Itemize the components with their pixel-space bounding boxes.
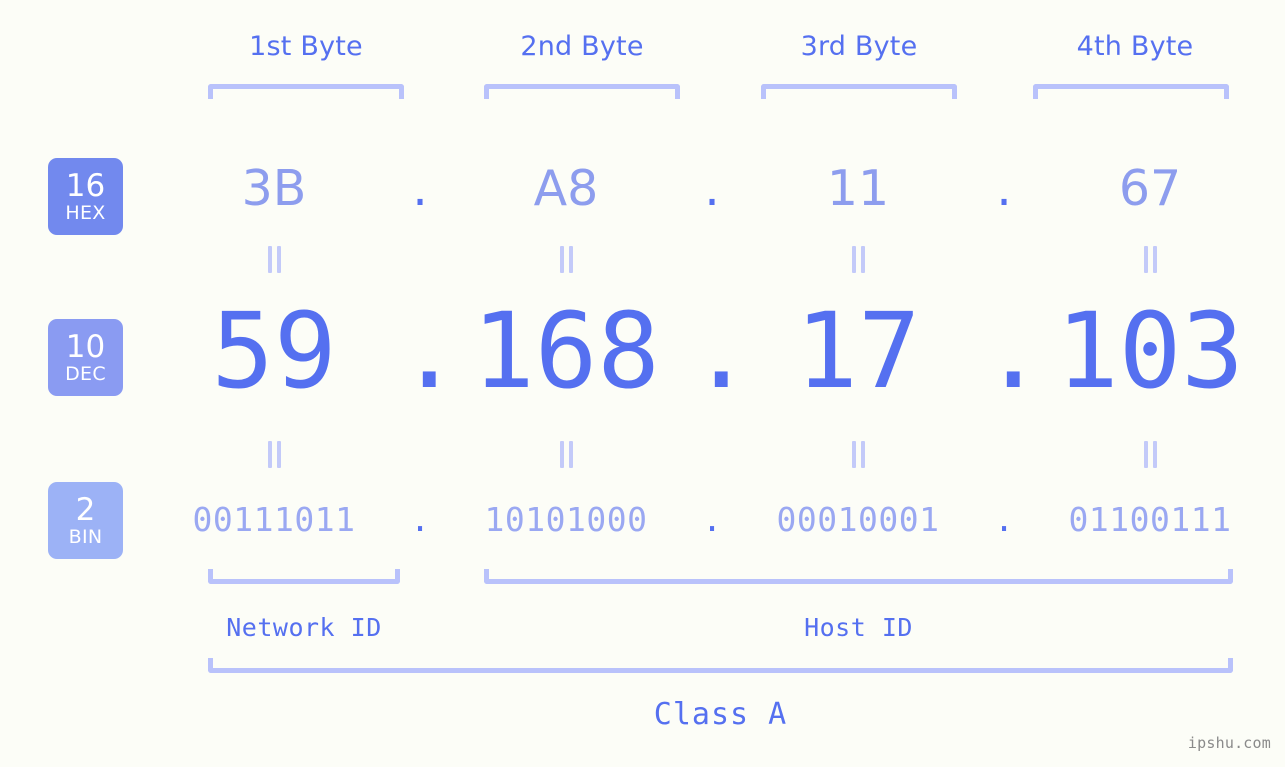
class-bracket [208,658,1233,673]
hex-separator-1: . [412,159,428,217]
equals-bar-icon [276,441,281,468]
decimal-separator-3: . [982,290,1045,413]
equals-mark-2 [442,246,690,273]
byte-bracket-3 [761,84,957,99]
byte-header-1: 1st Byte [249,31,363,62]
ip-address-breakdown-diagram: 1st Byte 2nd Byte 3rd Byte 4th Byte 16 H… [0,0,1285,767]
equals-row-dec-bin [150,441,1275,468]
byte-header-4: 4th Byte [1076,31,1194,62]
network-id-bracket [208,569,400,584]
equals-spacer [982,246,1026,273]
base-badge-hex: 16 HEX [48,158,123,235]
binary-byte-4: 01100111 [1068,499,1232,539]
decimal-separator-1: . [398,290,461,413]
hex-byte-1: 3B [241,159,307,217]
base-badge-bin-abbr: BIN [68,525,103,548]
equals-mark-5 [150,441,398,468]
network-id-label: Network ID [226,613,382,642]
equals-bar-icon [1143,441,1148,468]
decimal-byte-3: 17 [795,290,921,413]
base-badge-dec-number: 10 [65,328,106,365]
binary-byte-1: 00111011 [192,499,356,539]
host-id-bracket [484,569,1233,584]
equals-mark-7 [734,441,982,468]
decimal-separator-2: . [690,290,753,413]
equals-mark-6 [442,441,690,468]
equals-bar-icon [568,246,573,273]
equals-bar-icon [851,441,856,468]
equals-bar-icon [267,441,272,468]
watermark: ipshu.com [1187,734,1271,752]
equals-bar-icon [276,246,281,273]
binary-separator-1: . [410,499,430,539]
equals-mark-4 [1026,246,1274,273]
base-badge-bin-number: 2 [75,491,96,528]
decimal-value-row: 59 . 168 . 17 . 103 [150,293,1275,411]
byte-header-3: 3rd Byte [800,31,918,62]
base-badge-hex-abbr: HEX [65,201,106,224]
equals-spacer [982,441,1026,468]
base-badge-dec-abbr: DEC [65,362,106,385]
hex-byte-4: 67 [1118,159,1182,217]
byte-header-2: 2nd Byte [520,31,644,62]
binary-value-row: 00111011 . 10101000 . 00010001 . 0110011… [150,495,1275,543]
hex-value-row: 3B . A8 . 11 . 67 [150,152,1275,224]
equals-bar-icon [568,441,573,468]
hex-byte-2: A8 [533,159,599,217]
byte-bracket-2 [484,84,680,99]
equals-spacer [398,441,442,468]
equals-bar-icon [860,246,865,273]
equals-spacer [690,441,734,468]
equals-mark-8 [1026,441,1274,468]
base-badge-dec: 10 DEC [48,319,123,396]
equals-spacer [398,246,442,273]
byte-bracket-1 [208,84,404,99]
hex-byte-3: 11 [826,159,890,217]
equals-bar-icon [1152,246,1157,273]
equals-bar-icon [1143,246,1148,273]
equals-mark-1 [150,246,398,273]
equals-mark-3 [734,246,982,273]
decimal-byte-2: 168 [472,290,660,413]
equals-row-hex-dec [150,246,1275,273]
decimal-byte-4: 103 [1056,290,1244,413]
decimal-byte-1: 59 [211,290,337,413]
equals-bar-icon [559,441,564,468]
binary-separator-3: . [994,499,1014,539]
equals-bar-icon [267,246,272,273]
binary-byte-3: 00010001 [776,499,940,539]
hex-separator-3: . [996,159,1012,217]
base-badge-hex-number: 16 [65,167,106,204]
equals-spacer [690,246,734,273]
base-badge-bin: 2 BIN [48,482,123,559]
hex-separator-2: . [704,159,720,217]
byte-bracket-4 [1033,84,1229,99]
equals-bar-icon [851,246,856,273]
equals-bar-icon [559,246,564,273]
host-id-label: Host ID [804,613,913,642]
binary-byte-2: 10101000 [484,499,648,539]
class-label: Class A [653,697,788,732]
equals-bar-icon [1152,441,1157,468]
binary-separator-2: . [702,499,722,539]
equals-bar-icon [860,441,865,468]
